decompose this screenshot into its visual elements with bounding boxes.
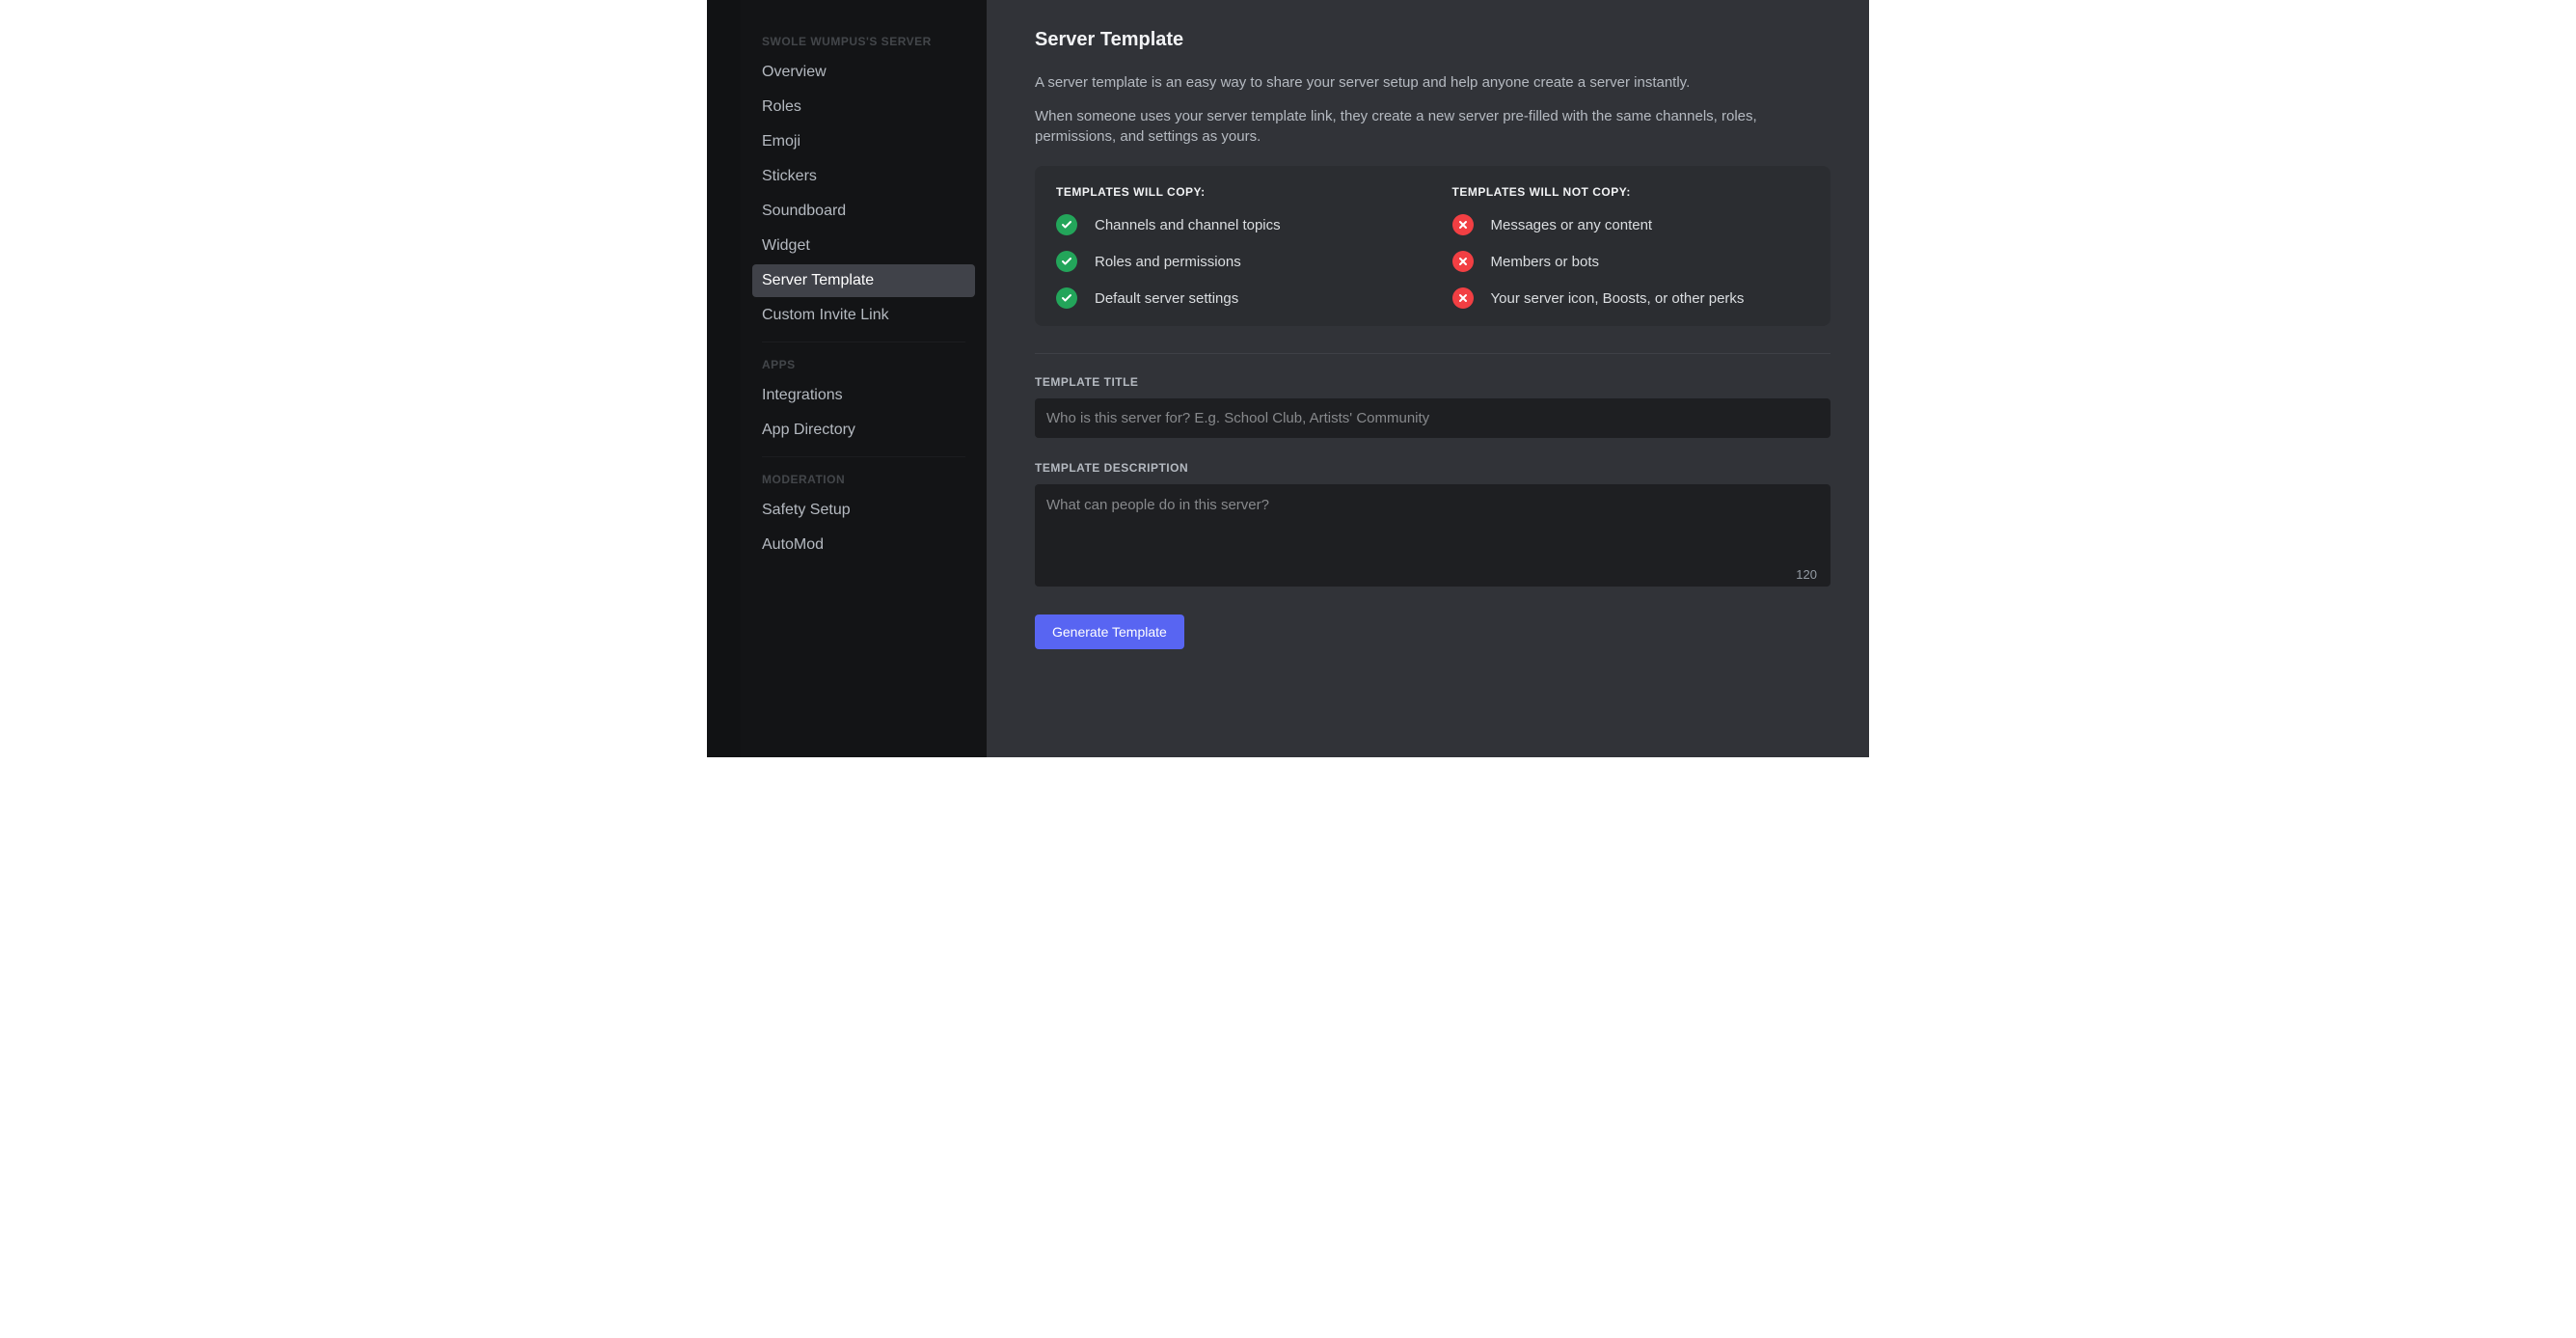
notcopy-item: Members or bots [1452,251,1810,272]
cross-icon [1452,214,1474,235]
sidebar-item-roles[interactable]: Roles [752,91,975,123]
sidebar-item-label: App Directory [762,422,855,438]
settings-window: SWOLE WUMPUS'S SERVER Overview Roles Emo… [707,0,1869,757]
sidebar-item-soundboard[interactable]: Soundboard [752,195,975,228]
settings-sidebar: SWOLE WUMPUS'S SERVER Overview Roles Emo… [741,0,987,757]
copy-item: Channels and channel topics [1056,214,1414,235]
intro-paragraph-1: A server template is an easy way to shar… [1035,72,1787,93]
sidebar-item-label: Server Template [762,272,874,288]
section-divider [1035,353,1830,354]
sidebar-item-label: Roles [762,98,801,115]
settings-content: Server Template A server template is an … [987,0,1869,757]
sidebar-item-label: Emoji [762,133,800,150]
sidebar-item-stickers[interactable]: Stickers [752,160,975,193]
template-title-input[interactable] [1035,398,1830,438]
sidebar-item-automod[interactable]: AutoMod [752,529,975,561]
sidebar-divider [762,456,965,457]
description-char-count: 120 [1796,567,1817,582]
sidebar-item-label: Safety Setup [762,502,851,518]
generate-template-button[interactable]: Generate Template [1035,614,1184,649]
notcopy-item: Messages or any content [1452,214,1810,235]
sidebar-item-server-template[interactable]: Server Template [752,264,975,297]
template-copy-card: Templates will copy: Channels and channe… [1035,166,1830,326]
will-not-copy-header: Templates will not copy: [1452,185,1810,199]
sidebar-item-app-directory[interactable]: App Directory [752,414,975,447]
sidebar-item-emoji[interactable]: Emoji [752,125,975,158]
sidebar-item-label: Soundboard [762,203,846,219]
copy-item: Default server settings [1056,287,1414,309]
cross-icon [1452,251,1474,272]
check-icon [1056,287,1077,309]
sidebar-header-server: SWOLE WUMPUS'S SERVER [752,29,975,56]
copy-item-label: Default server settings [1095,290,1238,307]
sidebar-item-label: Overview [762,64,827,80]
sidebar-header-apps: APPS [752,352,975,379]
sidebar-item-label: Widget [762,237,810,254]
copy-item: Roles and permissions [1056,251,1414,272]
notcopy-item: Your server icon, Boosts, or other perks [1452,287,1810,309]
page-title: Server Template [1035,29,1830,51]
sidebar-item-safety-setup[interactable]: Safety Setup [752,494,975,527]
will-copy-header: Templates will copy: [1056,185,1414,199]
sidebar-item-integrations[interactable]: Integrations [752,379,975,412]
sidebar-item-label: Integrations [762,387,843,403]
sidebar-item-custom-invite-link[interactable]: Custom Invite Link [752,299,975,332]
sidebar-divider [762,341,965,342]
notcopy-item-label: Members or bots [1491,254,1600,270]
template-description-input[interactable] [1035,484,1830,587]
template-title-label: Template Title [1035,375,1830,389]
template-title-field: Template Title [1035,375,1830,438]
cross-icon [1452,287,1474,309]
template-description-field: Template Description 120 [1035,461,1830,591]
check-icon [1056,251,1077,272]
notcopy-item-label: Your server icon, Boosts, or other perks [1491,290,1745,307]
sidebar-item-label: Stickers [762,168,817,184]
left-black-strip [707,0,741,757]
intro-paragraph-2: When someone uses your server template l… [1035,106,1787,147]
sidebar-item-widget[interactable]: Widget [752,230,975,262]
will-copy-column: Templates will copy: Channels and channe… [1056,185,1414,309]
sidebar-item-label: Custom Invite Link [762,307,889,323]
copy-item-label: Roles and permissions [1095,254,1241,270]
sidebar-header-moderation: MODERATION [752,467,975,494]
copy-item-label: Channels and channel topics [1095,217,1281,233]
sidebar-item-overview[interactable]: Overview [752,56,975,89]
notcopy-item-label: Messages or any content [1491,217,1653,233]
check-icon [1056,214,1077,235]
sidebar-item-label: AutoMod [762,536,824,553]
template-description-label: Template Description [1035,461,1830,475]
will-not-copy-column: Templates will not copy: Messages or any… [1452,185,1810,309]
